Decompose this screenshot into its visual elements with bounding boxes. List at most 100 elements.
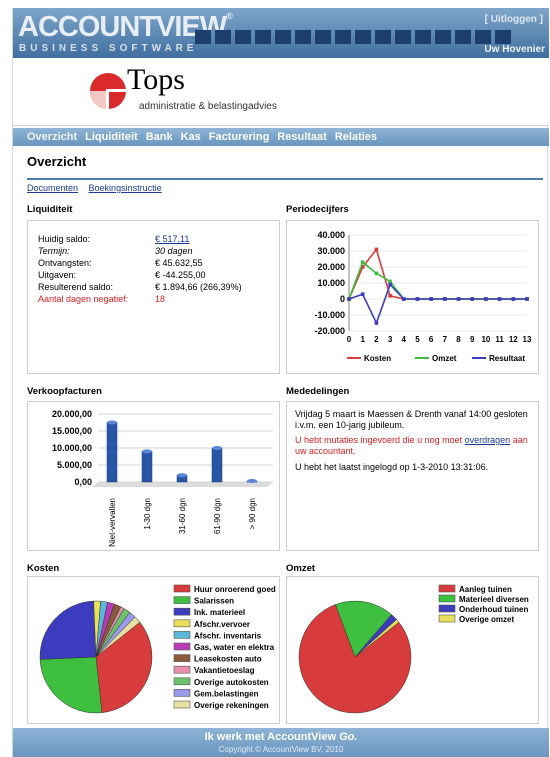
legend-label: Leasekosten auto <box>194 655 262 664</box>
tops-logo-icon <box>90 73 127 110</box>
y-tick-label: 10.000,00 <box>52 443 92 453</box>
omzet-title: Omzet <box>286 563 316 574</box>
liq-value-ontvangsten: € 45.632,55 <box>155 258 203 268</box>
data-point <box>415 297 420 301</box>
legend-label: Onderhoud tuinen <box>459 605 528 614</box>
header-decoration <box>195 30 511 44</box>
overdragen-link[interactable]: overdragen <box>465 435 511 445</box>
liq-value-resulterend: € 1.894,66 (266,39%) <box>155 282 242 292</box>
client-name: Tops <box>127 63 185 96</box>
liq-label-ontvangsten: Ontvangsten: <box>38 258 92 268</box>
logout-link[interactable]: [ Uitloggen ] <box>485 14 543 25</box>
page-title: Overzicht <box>27 154 87 169</box>
data-point <box>388 294 392 298</box>
liq-value-uitgaven: € -44.255,00 <box>155 270 206 280</box>
legend-label: Ink. materieel <box>194 608 245 617</box>
y-tick-label: 30.000 <box>317 246 345 256</box>
data-point <box>388 279 392 284</box>
y-tick-label: -10.000 <box>314 310 345 320</box>
legend-label: Gas, water en elektra <box>194 643 275 652</box>
kosten-panel: Huur onroerend goed Salarissen Ink. materi… <box>27 576 280 724</box>
menu-relaties[interactable]: Relaties <box>335 131 377 143</box>
periodecijfers-chart: 40.00030.00020.00010.0000-10.000-20.0000… <box>314 230 532 363</box>
footer-copyright: Copyright © AccountView BV, 2010 <box>218 745 344 754</box>
menu-resultaat[interactable]: Resultaat <box>277 131 327 143</box>
x-tick-label: 8 <box>456 335 461 344</box>
legend-label: Resultaat <box>489 354 525 363</box>
y-tick-label: 10.000 <box>317 278 345 288</box>
menu-bank[interactable]: Bank <box>146 131 173 143</box>
legend-swatch <box>173 607 191 616</box>
legend-swatch <box>438 594 456 603</box>
liq-label-uitgaven: Uitgaven: <box>38 270 77 280</box>
data-point <box>443 297 447 301</box>
bar <box>141 451 153 483</box>
legend-swatch <box>173 677 191 686</box>
liq-label-termijn: Termijn: <box>38 246 70 256</box>
y-tick-label: 15.000,00 <box>52 426 92 436</box>
liq-value-negatief: 18 <box>155 294 166 304</box>
legend-label: Omzet <box>432 354 457 363</box>
footer-text: Ik werk met AccountView Go. <box>13 731 549 743</box>
liq-label-saldo: Huidig saldo: <box>38 234 91 244</box>
bar <box>106 422 118 483</box>
liq-value-saldo[interactable]: € 517,11 <box>155 234 189 244</box>
data-point <box>525 297 529 301</box>
data-point <box>374 247 379 252</box>
legend-swatch <box>438 614 456 623</box>
legend-label: Vakantietoeslag <box>194 666 255 675</box>
omzet-panel: Aanleg tuinen Materieel diversen Onderhoud… <box>286 576 539 724</box>
menu-kas[interactable]: Kas <box>181 131 201 143</box>
footer-main-text: Ik werk met AccountView <box>204 731 337 743</box>
x-tick-label: > 90 dgn <box>248 498 257 529</box>
footer-italic-text: Go. <box>339 731 358 743</box>
title-divider <box>27 178 543 180</box>
legend-label: Aanleg tuinen <box>459 585 512 594</box>
data-point <box>484 297 488 301</box>
y-tick-label: 20.000 <box>317 262 345 272</box>
y-tick-label: -20.000 <box>314 326 345 336</box>
legend-swatch <box>173 642 191 651</box>
kosten-pie-chart: Huur onroerend goed Salarissen Ink. materi… <box>39 584 276 714</box>
y-tick-label: 40.000 <box>317 230 345 240</box>
x-tick-label: 10 <box>481 335 490 344</box>
pie-slice <box>39 656 103 714</box>
data-point <box>388 282 392 287</box>
data-point <box>429 297 433 301</box>
legend-label: Huur onroerend goed <box>194 585 276 594</box>
y-tick-label: 20.000,00 <box>52 409 92 419</box>
bar-top <box>247 478 257 483</box>
documenten-link[interactable]: Documenten <box>27 183 78 193</box>
data-point <box>360 260 365 264</box>
legend-label: Overige rekeningen <box>194 701 269 710</box>
client-tagline: administratie & belastingadvies <box>139 101 277 112</box>
x-tick-label: 61-90 dgn <box>213 498 222 534</box>
legend-label: Materieel diversen <box>459 595 529 604</box>
boekingsinstructie-link[interactable]: Boekingsinstructie <box>89 183 162 193</box>
liq-label-negatief: Aantal dagen negatief: <box>38 294 129 304</box>
verkoopfacturen-chart: 20.000,00 15.000,00 10.000,00 5.000,00 0,00 N… <box>52 409 273 547</box>
menu-overzicht[interactable]: Overzicht <box>27 131 77 143</box>
data-point <box>360 292 365 296</box>
legend-swatch <box>173 619 191 628</box>
legend-swatch <box>173 654 191 662</box>
legend-label: Salarissen <box>194 597 234 606</box>
bar-top <box>212 446 222 450</box>
legend-label: Gem.belastingen <box>194 689 259 698</box>
liquiditeit-panel: Huidig saldo: € 517,11 Termijn: 30 dagen… <box>27 220 280 374</box>
page-links: Documenten Boekingsinstructie <box>27 183 170 193</box>
brand-header: ACCOUNTVIEW® BUSINESS SOFTWARE [ Uitlogg… <box>13 8 549 58</box>
x-tick-label: 1-30 dgn <box>143 498 152 530</box>
mededeling-2: U hebt mutaties ingevoerd die u nog moet… <box>295 435 530 457</box>
x-tick-label: 13 <box>523 335 532 344</box>
data-point <box>511 297 516 301</box>
liq-label-resulterend: Resulterend saldo: <box>38 282 114 292</box>
mededelingen-title: Mededelingen <box>286 386 350 397</box>
x-tick-label: 9 <box>470 335 475 344</box>
legend-swatch <box>438 604 456 613</box>
data-point <box>497 297 502 301</box>
menu-liquiditeit[interactable]: Liquiditeit <box>85 131 138 143</box>
bar-top <box>177 473 187 478</box>
menu-facturering[interactable]: Facturering <box>209 131 270 143</box>
legend-swatch <box>438 584 456 593</box>
